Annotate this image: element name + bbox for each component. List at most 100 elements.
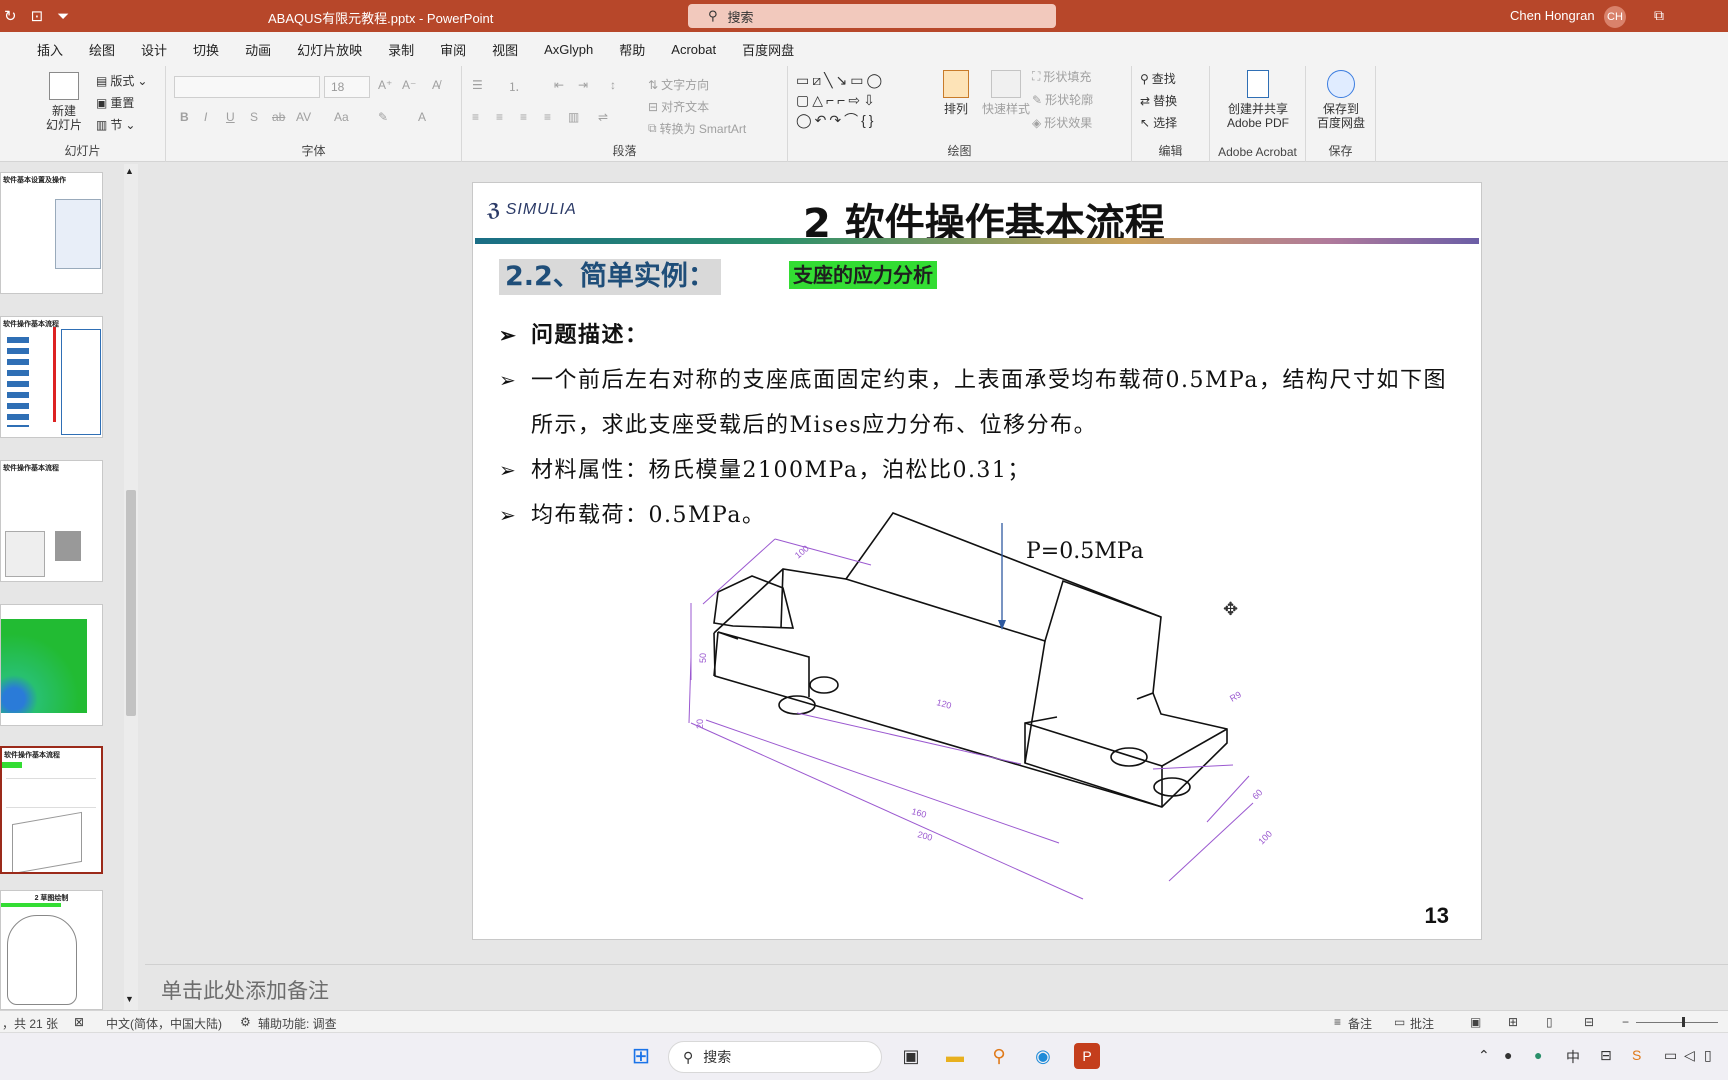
scroll-up-icon[interactable]: ▲ — [125, 166, 134, 176]
notes-button[interactable]: 备注 — [1348, 1015, 1372, 1032]
taskbar-search[interactable]: ⚲ 搜索 — [668, 1041, 882, 1073]
tab-design[interactable]: 设计 — [128, 40, 180, 59]
thumbnail-scroll-thumb[interactable] — [126, 490, 136, 716]
strikethrough-icon[interactable]: ab — [272, 110, 285, 124]
reset-button[interactable]: ▣ 重置 — [96, 94, 134, 111]
wechat-icon[interactable]: ● — [1534, 1047, 1542, 1063]
line-spacing-icon[interactable]: ↕ — [610, 78, 616, 92]
convert-smartart-button[interactable]: ⧉ 转换为 SmartArt — [648, 120, 746, 137]
slideshow-icon[interactable]: ⊟ — [1584, 1015, 1594, 1029]
network-tray-icon[interactable]: ⊟ — [1600, 1047, 1612, 1064]
avatar[interactable]: CH — [1604, 6, 1626, 28]
language-status[interactable]: 中文(简体，中国大陆) — [106, 1015, 222, 1032]
char-spacing-icon[interactable]: AV — [296, 110, 311, 124]
new-slide-button[interactable]: 新建 幻灯片 — [36, 72, 92, 132]
tray-chevron-icon[interactable]: ⌃ — [1478, 1047, 1490, 1064]
slide-thumbnail[interactable]: 2 草图绘制 — [0, 890, 103, 1010]
shape-fill-button[interactable]: ⛶ 形状填充 — [1032, 68, 1091, 85]
ribbon-display-options-icon[interactable]: ⧉ — [1654, 7, 1664, 24]
windows-start-icon[interactable]: ⊞ — [628, 1043, 654, 1069]
font-color-icon[interactable]: A — [418, 110, 426, 124]
tab-view[interactable]: 视图 — [479, 40, 531, 59]
accessibility-status[interactable]: 辅助功能: 调查 — [258, 1015, 337, 1032]
scroll-down-icon[interactable]: ▼ — [125, 994, 134, 1004]
replace-button[interactable]: ⇄ 替换 — [1140, 92, 1177, 109]
tab-draw[interactable]: 绘图 — [76, 40, 128, 59]
customize-quick-access-icon[interactable]: ⏷ — [57, 8, 69, 25]
align-right-icon[interactable]: ≡ — [520, 110, 527, 124]
paragraph-dir-icon[interactable]: ⇌ — [598, 110, 608, 124]
tab-record[interactable]: 录制 — [375, 40, 427, 59]
justify-icon[interactable]: ≡ — [544, 110, 551, 124]
layout-button[interactable]: ▤ 版式 ⌄ — [96, 72, 147, 89]
increase-indent-icon[interactable]: ⇥ — [578, 78, 588, 92]
align-center-icon[interactable]: ≡ — [496, 110, 503, 124]
arrange-button[interactable]: 排列 — [938, 70, 974, 116]
user-name[interactable]: Chen Hongran — [1510, 8, 1595, 23]
font-size-select[interactable]: 18 — [324, 76, 370, 98]
tab-baidu[interactable]: 百度网盘 — [729, 40, 807, 59]
power-icon[interactable]: ▯ — [1704, 1047, 1712, 1064]
slide-thumbnail[interactable]: 软件基本设置及操作 — [0, 172, 103, 294]
tab-slideshow[interactable]: 幻灯片放映 — [284, 40, 375, 59]
search-box[interactable]: ⚲ 搜索 — [688, 4, 1056, 28]
quick-styles-button[interactable]: 快速样式 — [978, 70, 1034, 116]
select-button[interactable]: ↖ 选择 — [1140, 114, 1177, 131]
change-case-icon[interactable]: Aa — [334, 110, 349, 124]
shapes-gallery[interactable]: ▭⧄╲↘▭◯ ▢△⌐⌐⇨⇩ ◯↶↷⌒{} — [796, 70, 914, 132]
notes-pane[interactable]: 单击此处添加备注 — [145, 964, 1728, 1012]
tab-help[interactable]: 帮助 — [606, 40, 658, 59]
tab-acrobat[interactable]: Acrobat — [658, 42, 729, 57]
qq-icon[interactable]: ● — [1504, 1047, 1512, 1063]
slide-thumbnail[interactable] — [0, 604, 103, 726]
find-button[interactable]: ⚲ 查找 — [1140, 70, 1176, 87]
underline-icon[interactable]: U — [226, 110, 235, 124]
input-method-icon[interactable]: 中 — [1566, 1047, 1580, 1067]
tab-transitions[interactable]: 切换 — [180, 40, 232, 59]
spell-check-icon[interactable]: ⊠ — [74, 1015, 84, 1029]
tab-axglyph[interactable]: AxGlyph — [531, 42, 606, 57]
shrink-font-icon[interactable]: A⁻ — [402, 78, 416, 92]
shape-effects-button[interactable]: ◈ 形状效果 — [1032, 114, 1092, 131]
zoom-out-icon[interactable]: − — [1622, 1015, 1629, 1029]
clear-format-icon[interactable]: A̸ — [432, 78, 440, 92]
align-left-icon[interactable]: ≡ — [472, 110, 479, 124]
text-direction-button[interactable]: ⇅ 文字方向 — [648, 76, 709, 93]
bullets-icon[interactable]: ☰ — [472, 78, 483, 92]
task-view-icon[interactable]: ▣ — [898, 1043, 924, 1069]
columns-icon[interactable]: ▥ — [568, 110, 579, 124]
section-button[interactable]: ▥ 节 ⌄ — [96, 116, 135, 133]
comments-button[interactable]: 批注 — [1410, 1015, 1434, 1032]
redo-icon[interactable]: ↻ — [4, 7, 17, 25]
save-baidu-button[interactable]: 保存到 百度网盘 — [1312, 70, 1370, 130]
zoom-slider[interactable] — [1636, 1022, 1718, 1023]
shadow-icon[interactable]: S — [250, 110, 258, 124]
slide-thumbnail[interactable]: 软件操作基本流程 — [0, 460, 103, 582]
shape-outline-button[interactable]: ✎ 形状轮廓 — [1032, 91, 1093, 108]
font-family-select[interactable] — [174, 76, 320, 98]
decrease-indent-icon[interactable]: ⇤ — [554, 78, 564, 92]
slide-thumbnail[interactable]: 软件操作基本流程 — [0, 316, 103, 438]
file-explorer-icon[interactable]: ▬ — [942, 1043, 968, 1069]
align-text-button[interactable]: ⊟ 对齐文本 — [648, 98, 709, 115]
powerpoint-icon[interactable]: P — [1074, 1043, 1100, 1069]
italic-icon[interactable]: I — [204, 110, 207, 124]
edge-icon[interactable]: ◉ — [1030, 1043, 1056, 1069]
reading-view-icon[interactable]: ▯ — [1546, 1015, 1553, 1029]
search-app-icon[interactable]: ⚲ — [986, 1043, 1012, 1069]
app-tray-icon[interactable]: S — [1632, 1047, 1641, 1063]
grow-font-icon[interactable]: A⁺ — [378, 78, 392, 92]
highlight-icon[interactable]: ✎ — [378, 110, 388, 124]
slide-thumbnail-current[interactable]: 软件操作基本流程 — [0, 746, 103, 874]
numbering-icon[interactable]: ⒈ — [508, 78, 520, 95]
tab-animations[interactable]: 动画 — [232, 40, 284, 59]
tab-review[interactable]: 审阅 — [427, 40, 479, 59]
speaker-icon[interactable]: ◁ — [1684, 1047, 1695, 1064]
support-drawing[interactable]: P=0.5MPa 100 50 20 120 160 200 R9 60 100… — [473, 183, 1483, 941]
create-pdf-button[interactable]: 创建并共享 Adobe PDF — [1218, 70, 1298, 130]
present-icon[interactable]: ⊡ — [31, 7, 44, 25]
normal-view-icon[interactable]: ▣ — [1470, 1015, 1481, 1029]
battery-icon[interactable]: ▭ — [1664, 1047, 1677, 1064]
slide-sorter-icon[interactable]: ⊞ — [1508, 1015, 1518, 1029]
zoom-slider-thumb[interactable] — [1682, 1017, 1685, 1027]
